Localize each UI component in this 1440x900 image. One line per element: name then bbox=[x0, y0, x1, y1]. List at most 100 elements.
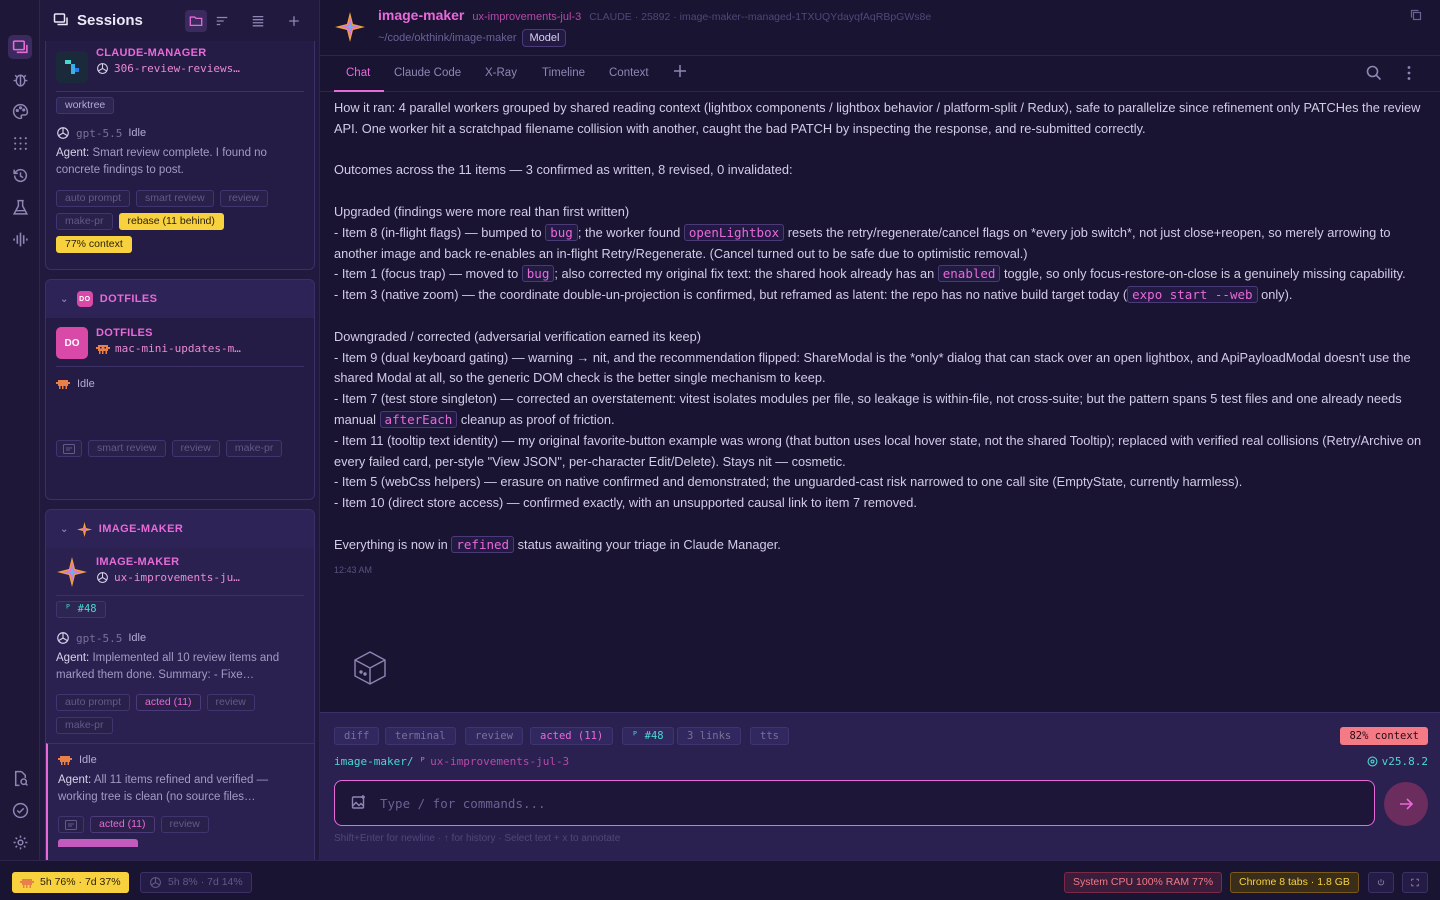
agent-summary: Agent: Implemented all 10 review items a… bbox=[56, 652, 280, 681]
section-heading: Downgraded / corrected (adversarial veri… bbox=[334, 328, 702, 344]
session-header: image-maker ux-improvements-jul-3 CLAUDE… bbox=[320, 0, 1440, 56]
links-chip[interactable]: 3 links bbox=[677, 727, 742, 745]
group-header-image-maker[interactable]: ⌄ IMAGE-MAKER bbox=[46, 510, 314, 548]
diff-chip[interactable]: diff bbox=[334, 727, 380, 745]
chevron-down-icon: ⌄ bbox=[60, 523, 69, 535]
git-pr-icon: ᴾ bbox=[65, 603, 78, 615]
tab-timeline[interactable]: Timeline bbox=[542, 67, 585, 79]
review-chip[interactable]: review bbox=[171, 440, 220, 457]
more-vertical-icon[interactable] bbox=[1406, 65, 1412, 84]
cwd-breadcrumb: image-maker/ ᴾ ux-improvements-jul-3 bbox=[334, 755, 569, 768]
project-path: ~/code/okthink/image-maker bbox=[378, 32, 517, 44]
review-chip[interactable]: review bbox=[219, 190, 268, 207]
worktree-tag: worktree bbox=[56, 97, 115, 114]
terminal-icon bbox=[65, 819, 77, 830]
bug-icon[interactable] bbox=[8, 67, 32, 91]
group-title: DOTFILES bbox=[99, 293, 158, 305]
claude-crab-icon bbox=[56, 378, 70, 390]
attach-image-icon[interactable] bbox=[351, 794, 367, 813]
context-usage-badge: 82% context bbox=[1340, 727, 1428, 745]
palette-icon[interactable] bbox=[8, 99, 32, 123]
acted-chip[interactable]: acted (11) bbox=[136, 694, 201, 711]
make-pr-chip[interactable]: make-pr bbox=[56, 717, 113, 734]
project-avatar: DO bbox=[56, 327, 88, 359]
model-button[interactable]: Model bbox=[522, 29, 567, 47]
project-name: CLAUDE-MANAGER bbox=[96, 47, 207, 59]
model-name: gpt-5.5 bbox=[76, 631, 123, 645]
check-badge-icon[interactable] bbox=[8, 798, 32, 822]
claude-usage-badge[interactable]: 5h 76% · 7d 37% bbox=[12, 872, 129, 893]
pr-chip[interactable]: ᴾ #48 bbox=[622, 727, 674, 745]
grid-icon[interactable] bbox=[8, 131, 32, 155]
repo-path[interactable]: image-maker/ bbox=[334, 755, 413, 768]
add-tab-button[interactable] bbox=[673, 64, 687, 81]
smart-review-chip[interactable]: smart review bbox=[88, 440, 166, 457]
list-item: - Item 3 (native zoom) — the coordinate … bbox=[334, 286, 1293, 304]
tab-chat[interactable]: Chat bbox=[346, 67, 370, 79]
tab-claude-code[interactable]: Claude Code bbox=[394, 67, 461, 79]
waveform-icon[interactable] bbox=[8, 227, 32, 251]
new-session-button[interactable] bbox=[283, 10, 305, 32]
auto-prompt-chip[interactable]: auto prompt bbox=[56, 190, 131, 207]
system-usage-badge[interactable]: System CPU 100% RAM 77% bbox=[1064, 872, 1223, 893]
message-paragraph: How it ran: 4 parallel workers grouped b… bbox=[334, 100, 1421, 136]
chrome-usage-badge[interactable]: Chrome 8 tabs · 1.8 GB bbox=[1230, 872, 1359, 893]
project-name: IMAGE-MAKER bbox=[96, 556, 180, 568]
acted-chip[interactable]: acted (11) bbox=[530, 727, 614, 745]
node-icon bbox=[1367, 756, 1378, 767]
sparkle-icon bbox=[76, 521, 92, 537]
list-view-button[interactable] bbox=[247, 10, 269, 32]
tts-chip[interactable]: tts bbox=[750, 727, 789, 745]
folder-view-button[interactable] bbox=[185, 10, 207, 32]
tab-context[interactable]: Context bbox=[609, 67, 649, 79]
review-chip[interactable]: review bbox=[465, 727, 523, 745]
session-group-dotfiles: ⌄ DO DOTFILES DO DOTFILES mac-mini-updat… bbox=[45, 279, 315, 500]
composer: diff terminal review acted (11) ᴾ #48 3 … bbox=[320, 712, 1440, 860]
review-chip[interactable]: review bbox=[160, 816, 209, 833]
session-group-image-maker: ⌄ IMAGE-MAKER IMAGE-MAKER ux-improvement… bbox=[45, 509, 315, 860]
group-title: IMAGE-MAKER bbox=[98, 523, 184, 535]
sub-session-status: Idle bbox=[58, 754, 314, 766]
openai-icon bbox=[149, 876, 162, 889]
branch-name: ux-improvements-ju… bbox=[96, 571, 240, 584]
smart-review-chip[interactable]: smart review bbox=[136, 190, 214, 207]
fullscreen-icon[interactable] bbox=[1402, 872, 1428, 893]
settings-gear-icon[interactable] bbox=[8, 830, 32, 854]
status-text: Idle bbox=[128, 632, 147, 644]
make-pr-chip[interactable]: make-pr bbox=[225, 440, 283, 457]
terminal-chip[interactable]: terminal bbox=[385, 727, 456, 745]
auto-prompt-chip[interactable]: auto prompt bbox=[56, 694, 131, 711]
status-text: Idle bbox=[79, 754, 97, 766]
sub-session[interactable]: Idle Agent: All 11 items refined and ver… bbox=[46, 743, 314, 860]
search-icon[interactable] bbox=[1366, 65, 1382, 84]
send-button[interactable] bbox=[1384, 782, 1428, 826]
session-card[interactable]: CLAUDE-MANAGER 306-review-reviews… workt… bbox=[46, 41, 314, 253]
history-icon[interactable] bbox=[8, 163, 32, 187]
make-pr-chip[interactable]: make-pr bbox=[56, 213, 113, 230]
group-header-dotfiles[interactable]: ⌄ DO DOTFILES bbox=[46, 280, 314, 318]
branch-path[interactable]: ux-improvements-jul-3 bbox=[430, 755, 569, 768]
session-status: gpt-5.5 Idle bbox=[56, 631, 304, 645]
message-input[interactable]: Type / for commands... bbox=[334, 780, 1375, 826]
terminal-chip[interactable] bbox=[56, 440, 82, 457]
branch-name: mac-mini-updates-m… bbox=[96, 342, 241, 355]
sort-button[interactable] bbox=[211, 10, 233, 32]
openai-icon bbox=[56, 631, 70, 645]
sessions-icon[interactable] bbox=[8, 35, 32, 59]
power-icon[interactable] bbox=[1368, 872, 1394, 893]
review-chip[interactable]: review bbox=[206, 694, 255, 711]
terminal-chip[interactable] bbox=[58, 816, 84, 833]
pr-badge[interactable]: ᴾ #48 bbox=[56, 601, 106, 618]
session-card-active[interactable]: IMAGE-MAKER ux-improvements-ju… ᴾ #48 gp… bbox=[46, 548, 314, 860]
openai-icon bbox=[56, 126, 70, 140]
session-card[interactable]: DO DOTFILES mac-mini-updates-m… Idle sma… bbox=[46, 318, 314, 457]
copy-icon[interactable] bbox=[1410, 9, 1422, 24]
flask-icon[interactable] bbox=[8, 195, 32, 219]
gpt-usage-badge[interactable]: 5h 8% · 7d 14% bbox=[140, 872, 252, 893]
tab-x-ray[interactable]: X-Ray bbox=[485, 67, 517, 79]
app-name: image-maker bbox=[378, 7, 465, 23]
acted-chip[interactable]: acted (11) bbox=[90, 816, 155, 833]
session-meta: CLAUDE · 25892 · image-maker--managed-1T… bbox=[589, 11, 932, 23]
file-search-icon[interactable] bbox=[8, 766, 32, 790]
rebase-chip[interactable]: rebase (11 behind) bbox=[118, 213, 224, 230]
